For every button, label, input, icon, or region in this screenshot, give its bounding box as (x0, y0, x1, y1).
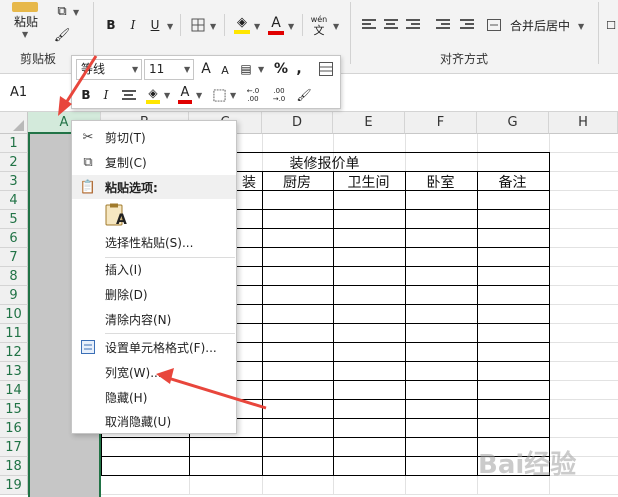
annotation-arrows (58, 55, 267, 410)
arrow-to-column-a (58, 55, 98, 116)
watermark: Bai经验 (468, 440, 618, 497)
watermark-text: Bai经验 (478, 450, 577, 480)
arrow-to-column-width (156, 368, 267, 410)
